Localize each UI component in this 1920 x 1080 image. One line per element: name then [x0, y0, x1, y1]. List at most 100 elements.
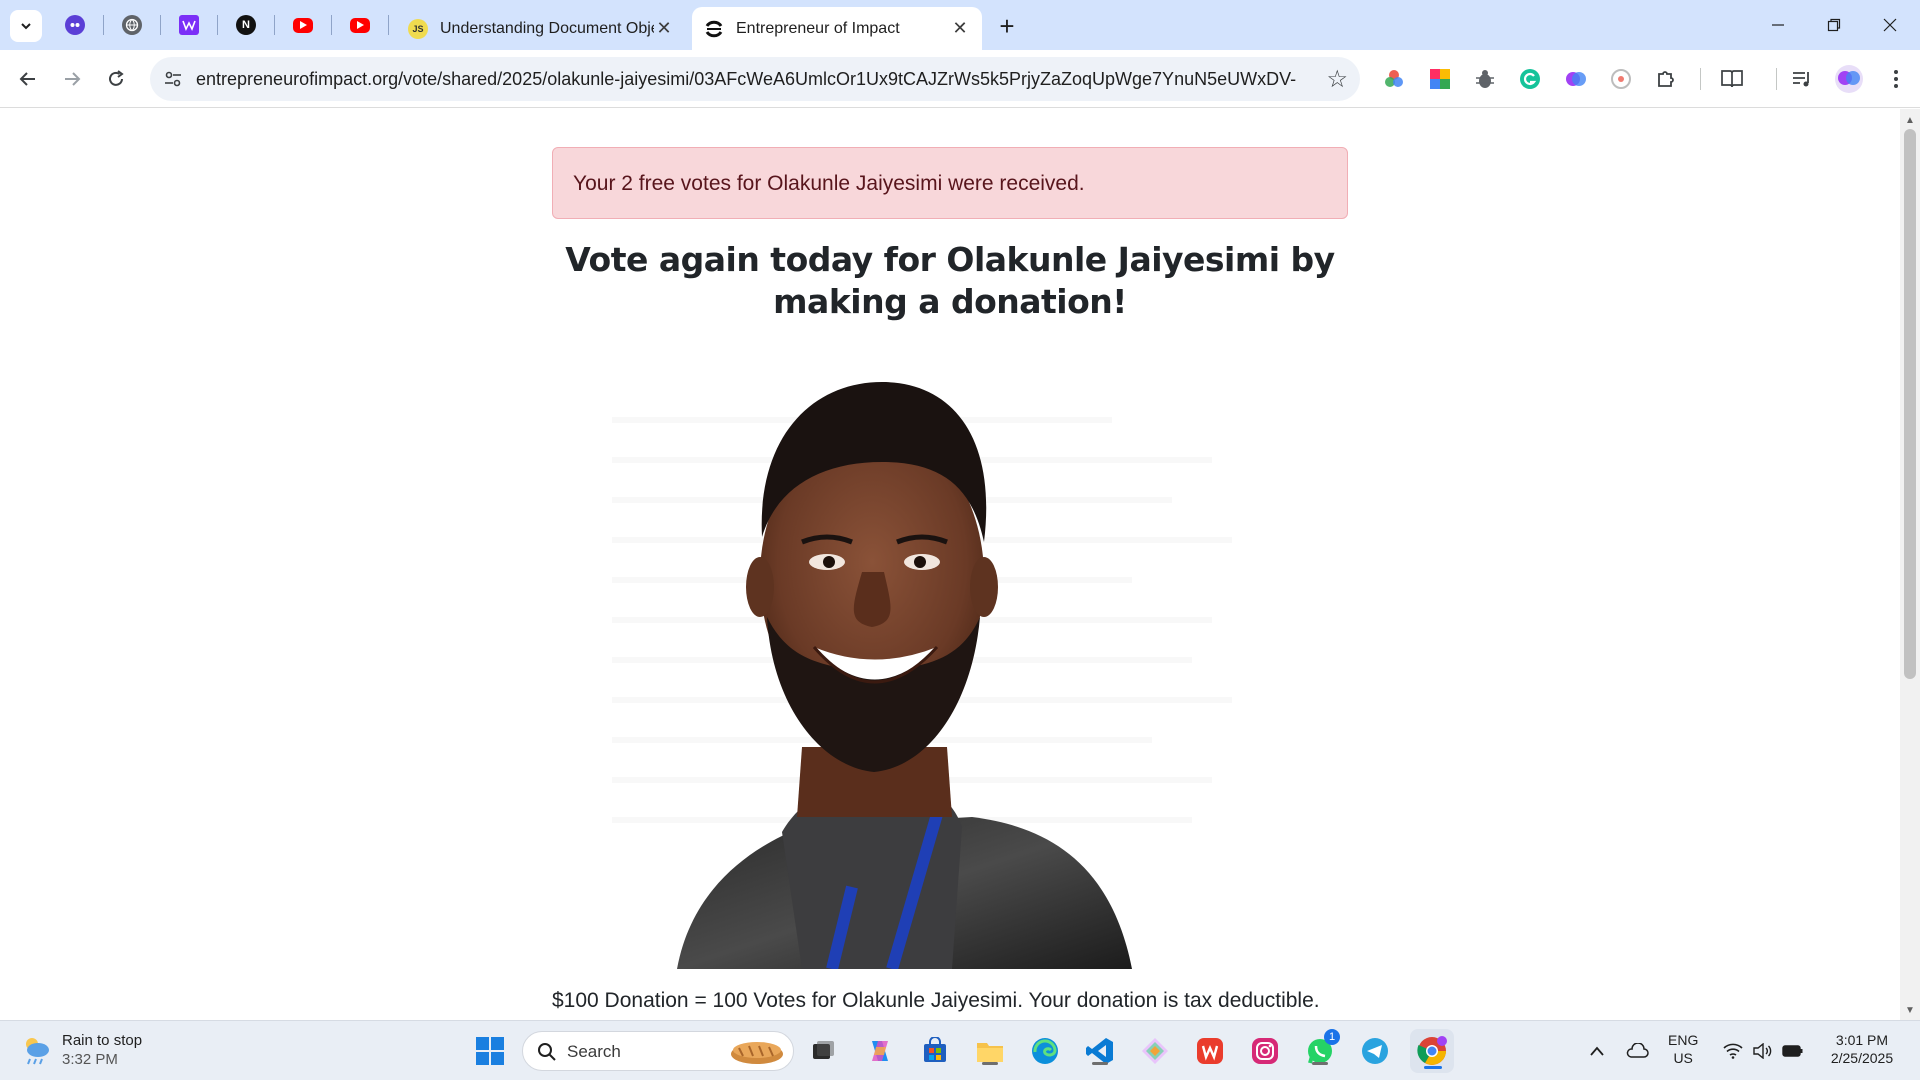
reading-mode-icon[interactable] [1720, 67, 1744, 91]
weather-widget[interactable]: Rain to stop 3:32 PM [20, 1031, 142, 1069]
tab-entrepreneur-of-impact[interactable]: Entrepreneur of Impact ✕ [692, 7, 982, 50]
nextjs-icon: N [236, 15, 256, 35]
pinned-tab-3[interactable] [171, 9, 207, 41]
wps-office-icon[interactable] [1192, 1033, 1228, 1069]
git-tool-icon[interactable] [1137, 1033, 1173, 1069]
copilot-icon[interactable] [862, 1033, 898, 1069]
arrow-left-icon [19, 72, 35, 86]
page-scrollbar[interactable]: ▲ ▼ [1900, 109, 1920, 1020]
clock-date: 2/25/2025 [1830, 1050, 1894, 1066]
robot-icon [65, 15, 85, 35]
show-hidden-icons-icon[interactable] [1582, 1033, 1612, 1069]
telegram-icon[interactable] [1357, 1033, 1393, 1069]
grammarly-icon[interactable] [1518, 67, 1542, 91]
system-clock[interactable]: 3:01 PM 2/25/2025 [1822, 1031, 1902, 1067]
whatsapp-icon[interactable]: 1 [1302, 1029, 1340, 1069]
scroll-down-arrow-icon[interactable]: ▼ [1905, 1005, 1915, 1016]
vscode-icon[interactable] [1082, 1033, 1118, 1069]
restore-button[interactable] [1806, 0, 1862, 50]
pinned-tab-youtube-2[interactable] [342, 9, 378, 41]
profile-avatar[interactable] [1834, 64, 1864, 94]
taskbar-search[interactable]: Search [522, 1031, 794, 1071]
wifi-icon[interactable] [1718, 1033, 1748, 1069]
close-tab-icon[interactable]: ✕ [654, 18, 674, 39]
media-control-icon[interactable] [1790, 67, 1814, 91]
tab-separator [103, 15, 104, 35]
new-tab-button[interactable]: + [990, 10, 1024, 42]
edge-browser-icon[interactable] [1027, 1033, 1063, 1069]
arrow-right-icon [65, 72, 81, 86]
tab-understanding-document[interactable]: JS Understanding Document Obje ✕ [396, 7, 686, 50]
windows-logo-icon [476, 1037, 504, 1065]
extension-brain-icon[interactable] [1564, 67, 1588, 91]
bookmark-star-icon[interactable]: ☆ [1326, 65, 1348, 94]
file-explorer-icon[interactable] [972, 1033, 1008, 1069]
region-code: US [1673, 1050, 1693, 1066]
extension-bug-icon[interactable] [1473, 67, 1497, 91]
reload-button[interactable] [98, 61, 134, 97]
extensions-puzzle-icon[interactable] [1654, 67, 1678, 91]
weather-title: Rain to stop [62, 1032, 143, 1049]
close-tab-icon[interactable]: ✕ [950, 18, 970, 39]
minimize-icon [1772, 24, 1784, 26]
scroll-up-arrow-icon[interactable]: ▲ [1905, 115, 1915, 126]
tab-search-button[interactable] [10, 10, 42, 42]
weather-time: 3:32 PM [62, 1051, 118, 1068]
site-settings-icon[interactable] [162, 68, 184, 90]
windows-taskbar: Rain to stop 3:32 PM Search 1 ENG US 3:0… [0, 1020, 1920, 1080]
youtube-icon [293, 17, 313, 33]
search-label: Search [567, 1042, 621, 1061]
close-window-button[interactable] [1862, 0, 1918, 50]
extension-screenshot-icon[interactable] [1609, 67, 1633, 91]
tab-title: Entrepreneur of Impact [736, 19, 900, 37]
tab-separator [274, 15, 275, 35]
back-button[interactable] [10, 61, 46, 97]
browser-tab-strip: N JS Understanding Document Obje ✕ Entre… [0, 0, 1920, 50]
language-code: ENG [1668, 1032, 1699, 1048]
vote-received-alert: Your 2 free votes for Olakunle Jaiyesimi… [552, 147, 1348, 219]
search-highlight-bread-icon [731, 1042, 783, 1064]
search-icon [538, 1043, 556, 1061]
close-icon [1883, 18, 1897, 32]
pinned-tab-4[interactable]: N [228, 9, 264, 41]
rain-cloud-icon [26, 1038, 49, 1065]
globe-icon [122, 15, 142, 35]
onedrive-cloud-icon[interactable] [1622, 1033, 1652, 1069]
volume-icon[interactable] [1748, 1033, 1778, 1069]
battery-icon[interactable] [1778, 1033, 1808, 1069]
instagram-icon[interactable] [1247, 1033, 1283, 1069]
start-button[interactable] [472, 1033, 508, 1069]
javascript-icon: JS [408, 18, 428, 39]
youtube-icon [350, 17, 370, 33]
wave-logo-icon [179, 15, 199, 35]
tab-separator [160, 15, 161, 35]
scrollbar-thumb[interactable] [1904, 129, 1916, 679]
site-logo-icon [704, 18, 724, 39]
menu-kebab-icon[interactable] [1884, 67, 1908, 91]
donation-caption: $100 Donation = 100 Votes for Olakunle J… [552, 989, 1320, 1012]
task-view-icon[interactable] [805, 1033, 841, 1069]
tab-title: Understanding Document Obje [440, 19, 654, 37]
tab-separator [217, 15, 218, 35]
toolbar-divider [1776, 68, 1777, 90]
toolbar-divider [1700, 68, 1701, 90]
pinned-tab-youtube-1[interactable] [285, 9, 321, 41]
forward-button[interactable] [54, 61, 90, 97]
extension-colorwheel-icon[interactable] [1382, 67, 1406, 91]
pinned-tab-2[interactable] [114, 9, 150, 41]
language-indicator[interactable]: ENG US [1668, 1031, 1698, 1067]
chrome-icon[interactable] [1410, 1029, 1454, 1073]
pinned-tab-1[interactable] [57, 9, 93, 41]
reload-icon [109, 70, 124, 86]
extension-palette-icon[interactable] [1428, 67, 1452, 91]
clock-time: 3:01 PM [1835, 1032, 1889, 1048]
url-text[interactable]: entrepreneurofimpact.org/vote/shared/202… [196, 69, 1296, 90]
address-bar[interactable]: entrepreneurofimpact.org/vote/shared/202… [150, 57, 1360, 101]
whatsapp-unread-badge: 1 [1324, 1029, 1340, 1045]
minimize-button[interactable] [1750, 0, 1806, 50]
restore-icon [1827, 18, 1841, 32]
candidate-photo [552, 327, 1348, 969]
page-content: Your 2 free votes for Olakunle Jaiyesimi… [0, 109, 1900, 1020]
browser-toolbar: entrepreneurofimpact.org/vote/shared/202… [0, 50, 1920, 108]
microsoft-store-icon[interactable] [917, 1033, 953, 1069]
